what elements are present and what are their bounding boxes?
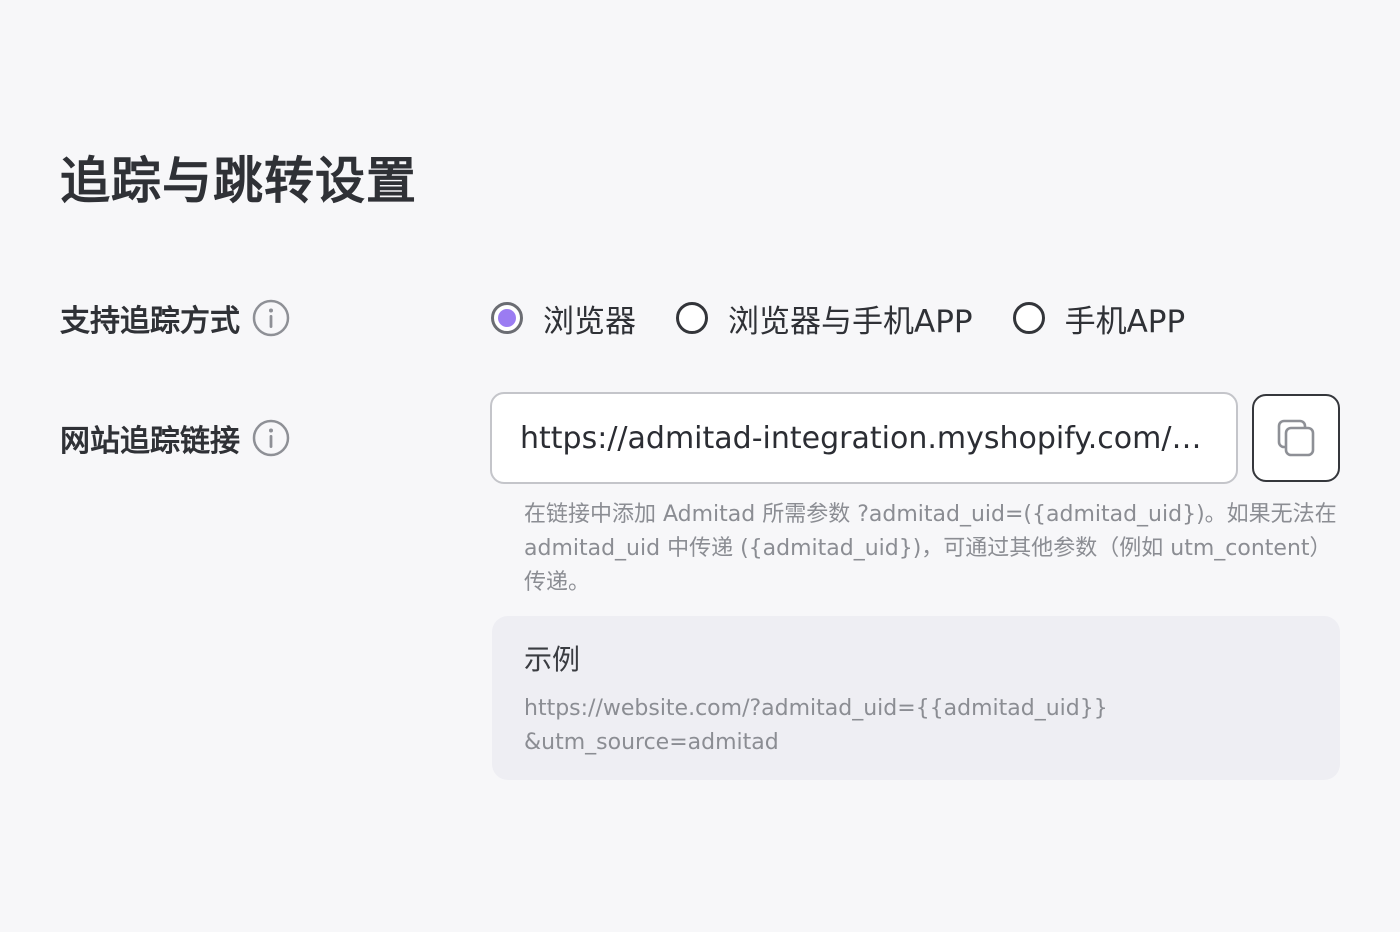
copy-button[interactable]: [1252, 394, 1340, 482]
page-title: 追踪与跳转设置: [60, 152, 417, 210]
radio-button[interactable]: [1012, 302, 1045, 334]
tracking-link-hint: 在链接中添加 Admitad 所需参数 ?admitad_uid=({admit…: [524, 502, 1337, 595]
tracking-link-label-row: 网站追踪链接: [60, 416, 290, 460]
tracking-link-input[interactable]: https://admitad-integration.myshopify.co…: [490, 392, 1238, 484]
radio-label-browser-and-app: 浏览器与手机APP: [728, 303, 973, 340]
example-box: 示例 https://website.com/?admitad_uid={{ad…: [492, 616, 1340, 780]
tracking-link-value: https://admitad-integration.myshopify.co…: [520, 420, 1208, 456]
radio-option-browser[interactable]: 浏览器: [491, 296, 636, 341]
example-url-line-1: https://website.com/?admitad_uid={{admit…: [524, 696, 1108, 721]
tracking-link-label: 网站追踪链接: [60, 424, 240, 459]
info-icon[interactable]: [252, 299, 290, 337]
radio-label-app: 手机APP: [1064, 303, 1186, 340]
info-icon[interactable]: [252, 419, 290, 457]
radio-option-app[interactable]: 手机APP: [1012, 296, 1186, 341]
example-title: 示例: [524, 643, 581, 676]
tracking-method-label-row: 支持追踪方式: [60, 296, 290, 340]
copy-icon: [1277, 419, 1315, 457]
radio-label-browser: 浏览器: [543, 303, 636, 340]
radio-dot: [498, 309, 516, 327]
radio-button-checked[interactable]: [491, 302, 523, 334]
radio-option-browser-and-app[interactable]: 浏览器与手机APP: [676, 296, 973, 341]
radio-button[interactable]: [676, 302, 708, 334]
tracking-method-radio-group: 浏览器 浏览器与手机APP 手机APP: [491, 294, 1225, 342]
example-url-line-2: &utm_source=admitad: [524, 730, 779, 755]
tracking-method-label: 支持追踪方式: [60, 304, 240, 339]
